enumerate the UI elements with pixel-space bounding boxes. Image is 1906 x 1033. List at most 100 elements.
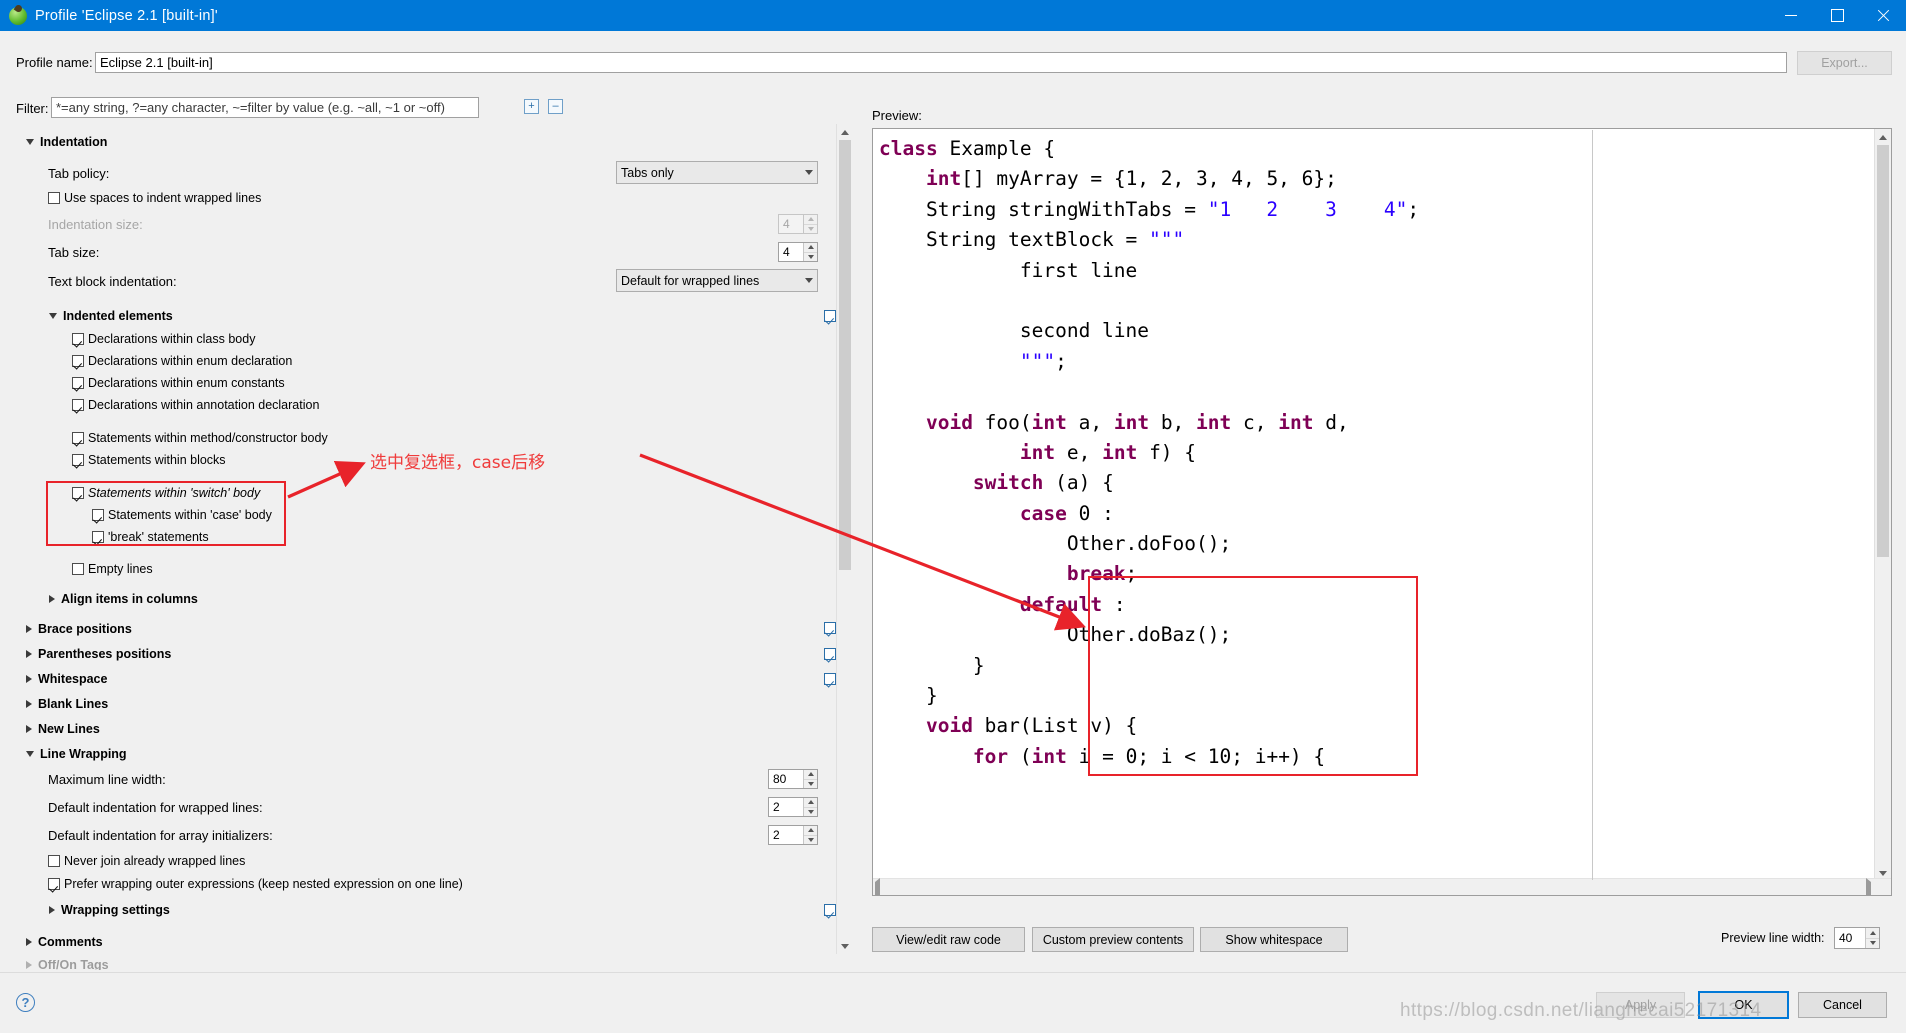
chk-statements-blocks[interactable]: Statements within blocks — [72, 453, 226, 467]
stepper-down-icon[interactable] — [804, 835, 817, 844]
tab-size-label-wrap: Tab size: — [48, 245, 99, 260]
section-align-items-label: Align items in columns — [61, 592, 198, 606]
item-label: Declarations within class body — [88, 332, 256, 346]
chk-empty-lines[interactable]: Empty lines — [72, 562, 153, 576]
scroll-up-arrow[interactable] — [1875, 129, 1891, 145]
scroll-right-arrow[interactable] — [1866, 878, 1871, 895]
section-parentheses-positions[interactable]: Parentheses positions — [26, 647, 171, 661]
section-line-wrapping[interactable]: Line Wrapping — [26, 747, 127, 761]
stepper-buttons[interactable] — [803, 826, 817, 844]
whitespace-master-checkbox[interactable] — [824, 673, 836, 685]
indentation-size-stepper[interactable]: 4 — [778, 214, 818, 234]
expand-all-icon[interactable]: + — [524, 99, 539, 114]
code-line: void foo(int a, int b, int c, int d, — [925, 410, 1349, 434]
export-button[interactable]: Export... — [1797, 51, 1892, 75]
minimize-button[interactable] — [1768, 0, 1814, 31]
default-indent-wrapped-stepper[interactable]: 2 — [768, 797, 818, 817]
stepper-up-icon[interactable] — [804, 798, 817, 808]
default-indent-wrapped-value: 2 — [773, 800, 780, 814]
stepper-buttons[interactable] — [1865, 928, 1879, 948]
section-wrapping-settings[interactable]: Wrapping settings — [49, 903, 170, 917]
tab-policy-select[interactable]: Tabs only — [616, 161, 818, 184]
chk-declarations-class-body[interactable]: Declarations within class body — [72, 332, 255, 346]
chk-declarations-enum-constants[interactable]: Declarations within enum constants — [72, 376, 285, 390]
section-indented-elements[interactable]: Indented elements — [49, 309, 173, 323]
apply-button[interactable]: Apply — [1596, 992, 1685, 1018]
stepper-up-icon[interactable] — [804, 826, 817, 836]
code-line: int e, int f) { — [1019, 440, 1197, 464]
default-indent-array-stepper[interactable]: 2 — [768, 825, 818, 845]
code-line: } — [879, 684, 938, 708]
use-spaces-checkbox[interactable]: Use spaces to indent wrapped lines — [48, 191, 261, 205]
chk-declarations-annotation-declaration[interactable]: Declarations within annotation declarati… — [72, 398, 319, 412]
tab-size-stepper[interactable]: 4 — [778, 242, 818, 262]
close-button[interactable] — [1860, 0, 1906, 31]
scroll-down-arrow[interactable] — [837, 938, 853, 954]
chk-declarations-enum-declaration[interactable]: Declarations within enum declaration — [72, 354, 292, 368]
scroll-up-arrow[interactable] — [837, 124, 853, 140]
stepper-down-icon[interactable] — [804, 807, 817, 816]
settings-tree-pane: Indentation Tab policy: Tabs only Use sp… — [12, 124, 842, 970]
section-align-items-in-columns[interactable]: Align items in columns — [49, 592, 198, 606]
preview-horizontal-scrollbar[interactable] — [873, 878, 1891, 895]
stepper-up-icon[interactable] — [804, 215, 817, 225]
wrapping-settings-master-checkbox[interactable] — [824, 904, 836, 916]
ok-button[interactable]: OK — [1698, 991, 1789, 1019]
view-edit-raw-code-button[interactable]: View/edit raw code — [872, 927, 1025, 952]
filter-input[interactable]: *=any string, ?=any character, ~=filter … — [51, 97, 479, 118]
stepper-buttons[interactable] — [803, 243, 817, 261]
checkbox-icon — [72, 333, 84, 345]
code-line: first line — [879, 258, 1138, 282]
section-off-on-tags[interactable]: Off/On Tags — [26, 960, 109, 970]
preview-vertical-scrollbar[interactable] — [1874, 129, 1891, 881]
section-comments[interactable]: Comments — [26, 935, 103, 949]
stepper-buttons[interactable] — [803, 798, 817, 816]
preview-label: Preview: — [872, 108, 922, 123]
chk-statements-case-body[interactable]: Statements within 'case' body — [92, 508, 272, 522]
chk-statements-switch-body[interactable]: Statements within 'switch' body — [72, 486, 260, 500]
stepper-down-icon[interactable] — [1866, 938, 1879, 948]
section-label: Parentheses positions — [38, 647, 172, 661]
stepper-down-icon[interactable] — [804, 224, 817, 233]
stepper-up-icon[interactable] — [804, 770, 817, 780]
show-whitespace-button[interactable]: Show whitespace — [1200, 927, 1348, 952]
item-label: Declarations within annotation declarati… — [88, 398, 320, 412]
tree-scrollbar-thumb[interactable] — [839, 140, 851, 570]
chevron-right-icon — [26, 625, 32, 633]
tree-vertical-scrollbar[interactable] — [836, 124, 853, 954]
brace-positions-master-checkbox[interactable] — [824, 622, 836, 634]
parentheses-positions-master-checkbox[interactable] — [824, 648, 836, 660]
stepper-up-icon[interactable] — [1866, 928, 1879, 939]
preview-scrollbar-thumb[interactable] — [1877, 145, 1889, 557]
indented-elements-master-checkbox[interactable] — [824, 310, 836, 322]
profile-name-input[interactable]: Eclipse 2.1 [built-in] — [95, 52, 1787, 73]
section-indentation[interactable]: Indentation — [26, 135, 107, 149]
code-line: for (int i = 0; i < 10; i++) { — [972, 744, 1326, 768]
section-new-lines[interactable]: New Lines — [26, 722, 100, 736]
preview-line-width-stepper[interactable]: 40 — [1834, 927, 1880, 949]
chk-statements-method-body[interactable]: Statements within method/constructor bod… — [72, 431, 328, 445]
maximize-button[interactable] — [1814, 0, 1860, 31]
stepper-buttons[interactable] — [803, 770, 817, 788]
text-block-indentation-select[interactable]: Default for wrapped lines — [616, 269, 818, 292]
stepper-down-icon[interactable] — [804, 252, 817, 261]
preview-margin-ruler — [1592, 130, 1593, 880]
section-whitespace[interactable]: Whitespace — [26, 672, 107, 686]
chk-prefer-wrapping-outer[interactable]: Prefer wrapping outer expressions (keep … — [48, 877, 463, 891]
chk-break-statements[interactable]: 'break' statements — [92, 530, 209, 544]
tab-size-value: 4 — [783, 245, 790, 259]
collapse-all-icon[interactable]: – — [548, 99, 563, 114]
stepper-down-icon[interactable] — [804, 779, 817, 788]
section-blank-lines[interactable]: Blank Lines — [26, 697, 108, 711]
stepper-buttons[interactable] — [803, 215, 817, 233]
scroll-left-arrow[interactable] — [875, 878, 880, 895]
section-brace-positions[interactable]: Brace positions — [26, 622, 132, 636]
custom-preview-contents-button[interactable]: Custom preview contents — [1032, 927, 1194, 952]
preview-code-area[interactable]: class Example { int[] myArray = {1, 2, 3… — [872, 128, 1892, 896]
chk-never-join-wrapped[interactable]: Never join already wrapped lines — [48, 854, 245, 868]
cancel-button[interactable]: Cancel — [1798, 992, 1887, 1018]
help-icon[interactable]: ? — [16, 993, 35, 1012]
stepper-up-icon[interactable] — [804, 243, 817, 253]
max-line-width-stepper[interactable]: 80 — [768, 769, 818, 789]
